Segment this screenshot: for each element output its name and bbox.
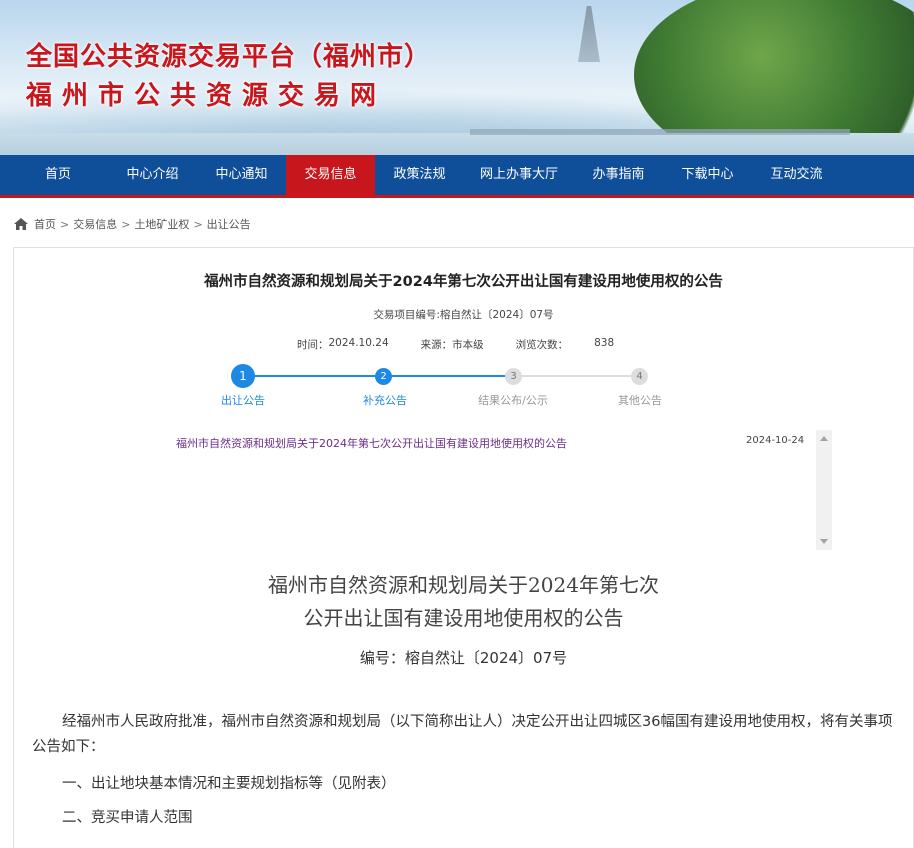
nav-home[interactable]: 首页 xyxy=(8,155,108,195)
breadcrumb-land-mining[interactable]: 土地矿业权 xyxy=(134,216,189,232)
site-title: 全国公共资源交易平台（福州市） xyxy=(26,42,432,72)
banner-water xyxy=(0,133,914,155)
nav-center-intro[interactable]: 中心介绍 xyxy=(108,155,197,195)
article-heading-1: 一、出让地块基本情况和主要规划指标等（见附表） xyxy=(62,776,396,792)
progress-steps: 1 2 3 4 出让公告 补充公告 结果公布/公示 其他公告 xyxy=(14,248,913,418)
step-line-done xyxy=(383,375,513,377)
nav-policy[interactable]: 政策法规 xyxy=(375,155,464,195)
pagoda-image xyxy=(578,6,600,62)
nav-online-hall[interactable]: 网上办事大厅 xyxy=(464,155,574,195)
step-2-label[interactable]: 补充公告 xyxy=(325,392,445,408)
step-line-done xyxy=(243,375,383,377)
home-icon xyxy=(14,218,28,230)
breadcrumb-separator: > xyxy=(121,217,131,231)
article-paragraph: 经福州市人民政府批准，福州市自然资源和规划局（以下简称出让人）决定公开出让四城区… xyxy=(32,714,893,755)
site-banner: 全国公共资源交易平台（福州市） 福州市公共资源交易网 xyxy=(0,0,914,155)
nav-interaction[interactable]: 互动交流 xyxy=(752,155,841,195)
related-notice-list: 福州市自然资源和规划局关于2024年第七次公开出让国有建设用地使用权的公告 20… xyxy=(176,430,832,550)
main-nav: 首页 中心介绍 中心通知 交易信息 政策法规 网上办事大厅 办事指南 下载中心 … xyxy=(0,155,914,198)
breadcrumb-transfer-notice[interactable]: 出让公告 xyxy=(207,216,251,232)
nav-guide[interactable]: 办事指南 xyxy=(574,155,663,195)
step-3-label[interactable]: 结果公布/公示 xyxy=(453,392,573,408)
site-subtitle: 福州市公共资源交易网 xyxy=(26,81,387,111)
step-line-pending xyxy=(513,375,640,377)
step-1-circle[interactable]: 1 xyxy=(231,364,255,388)
scroll-down-arrow-icon[interactable] xyxy=(820,539,828,544)
list-item-link[interactable]: 福州市自然资源和规划局关于2024年第七次公开出让国有建设用地使用权的公告 xyxy=(176,435,567,451)
nav-downloads[interactable]: 下载中心 xyxy=(663,155,752,195)
content-panel: 福州市自然资源和规划局关于2024年第七次公开出让国有建设用地使用权的公告 交易… xyxy=(13,247,914,848)
article-title-line2: 公开出让国有建设用地使用权的公告 xyxy=(303,606,624,630)
bridge-image xyxy=(470,129,850,135)
breadcrumb-home[interactable]: 首页 xyxy=(34,216,56,232)
scroll-up-arrow-icon[interactable] xyxy=(820,436,828,441)
step-3-circle[interactable]: 3 xyxy=(505,368,522,385)
nav-trade-info[interactable]: 交易信息 xyxy=(286,155,375,195)
step-1-label[interactable]: 出让公告 xyxy=(183,392,303,408)
breadcrumb-separator: > xyxy=(193,217,203,231)
list-item-date: 2024-10-24 xyxy=(746,435,805,446)
step-4-label[interactable]: 其他公告 xyxy=(580,392,700,408)
step-2-circle[interactable]: 2 xyxy=(375,368,392,385)
list-scrollbar[interactable] xyxy=(816,430,832,550)
breadcrumb-separator: > xyxy=(60,217,70,231)
nav-center-notice[interactable]: 中心通知 xyxy=(197,155,286,195)
article-heading-2: 二、竞买申请人范围 xyxy=(62,810,193,826)
step-4-circle[interactable]: 4 xyxy=(631,368,648,385)
article-number: 编号：榕自然让〔2024〕07号 xyxy=(359,649,568,667)
breadcrumb: 首页 > 交易信息 > 土地矿业权 > 出让公告 xyxy=(14,216,251,232)
breadcrumb-trade-info[interactable]: 交易信息 xyxy=(73,216,117,232)
article-title-line1: 福州市自然资源和规划局关于2024年第七次 xyxy=(268,573,659,597)
